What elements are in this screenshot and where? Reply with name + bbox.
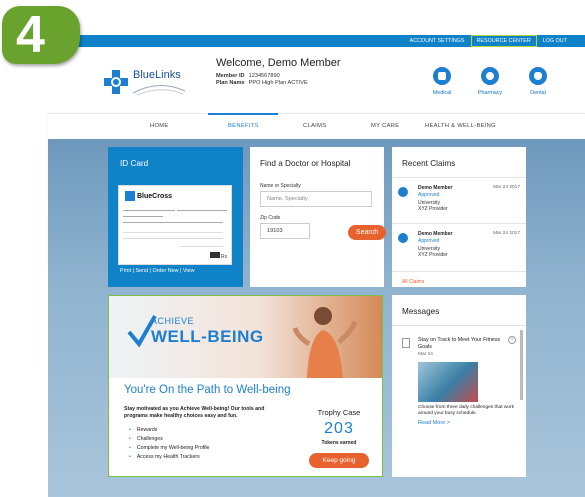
active-tab-indicator	[208, 113, 278, 115]
claim-item[interactable]: Demo Member Mar 24 2017 Approved Univers…	[398, 231, 520, 265]
claim-status: Approved	[418, 238, 440, 244]
claim-provider: University XYZ Provider	[418, 246, 448, 258]
medical-quick-link[interactable]: Medical	[424, 67, 460, 96]
claim-status: Approved	[418, 192, 440, 198]
bluecross-logo-icon	[125, 191, 135, 201]
zip-code-input[interactable]: 19103	[260, 223, 310, 239]
messages-title: Messages	[402, 307, 440, 316]
messages-scrollbar[interactable]	[520, 330, 523, 400]
resource-center-link[interactable]: RESOURCE CENTER	[470, 35, 537, 47]
nav-my-care[interactable]: MY CARE	[371, 123, 399, 129]
top-utility-bar: ACCOUNT SETTINGS RESOURCE CENTER LOG OUT	[48, 35, 585, 47]
wellbeing-panel: ACHIEVE WELL-BEING You're On the Path to…	[108, 295, 383, 477]
nav-health-well-being[interactable]: HEALTH & WELL-BEING	[425, 123, 496, 129]
message-photo	[418, 362, 478, 402]
pill-icon	[481, 67, 499, 85]
plan-name-value: PPO High Plan ACTIVE	[248, 80, 308, 86]
claim-date: Mar 24 2017	[493, 231, 520, 236]
claim-member: Demo Member	[418, 231, 453, 237]
achieve-text: ACHIEVE	[151, 316, 195, 326]
read-more-link[interactable]: Read More >	[418, 420, 450, 426]
nav-claims[interactable]: CLAIMS	[303, 123, 326, 129]
wellbeing-profile-link[interactable]: Complete my Well-being Profile	[129, 444, 210, 453]
claim-heart-icon	[398, 187, 408, 197]
name-specialty-input[interactable]: Name, Specialty	[260, 191, 372, 207]
claim-provider: University XYZ Provider	[418, 200, 448, 212]
keep-going-button[interactable]: Keep going	[309, 453, 369, 468]
tokens-count: 203	[324, 420, 354, 437]
step-number: 4	[16, 6, 45, 64]
recent-claims-panel: Recent Claims Demo Member Mar 24 2017 Ap…	[392, 147, 526, 287]
tooth-icon	[529, 67, 547, 85]
dashboard: ID Card BlueCross Rx Print | Send | Orde…	[48, 139, 585, 497]
trophy-case: Trophy Case 203 Tokens earned Keep going	[304, 408, 374, 468]
health-trackers-link[interactable]: Access my Health Trackers	[129, 453, 209, 462]
rewards-link[interactable]: Rewards	[129, 426, 209, 435]
claim-member: Demo Member	[418, 185, 453, 191]
pharmacy-label: Pharmacy	[477, 90, 503, 96]
claim-date: Mar 24 2017	[493, 185, 520, 190]
document-icon	[402, 338, 410, 348]
blue-cross-icon	[104, 70, 128, 94]
name-specialty-label: Name or Specialty	[260, 183, 301, 189]
heart-shield-icon	[433, 67, 451, 85]
id-card-title: ID Card	[120, 159, 149, 168]
find-doctor-panel: Find a Doctor or Hospital Name or Specia…	[250, 147, 386, 287]
site-header: BlueLinks Welcome, Demo Member Member ID…	[48, 47, 585, 113]
tokens-label: Tokens earned	[321, 440, 357, 446]
account-settings-link[interactable]: ACCOUNT SETTINGS	[404, 36, 471, 46]
medical-label: Medical	[432, 90, 452, 96]
message-title[interactable]: Stay on Track to Meet Your Fitness Goals	[418, 337, 503, 351]
dental-label: Dental	[530, 90, 546, 96]
id-card-panel: ID Card BlueCross Rx Print | Send | Orde…	[108, 147, 243, 287]
welcome-title: Welcome, Demo Member	[216, 57, 341, 69]
zip-code-label: Zip Code	[260, 215, 281, 221]
close-icon[interactable]: ×	[508, 336, 516, 344]
welcome-block: Welcome, Demo Member Member ID 1234567890…	[216, 57, 341, 87]
plan-name-label: Plan Name	[216, 80, 245, 86]
dental-quick-link[interactable]: Dental	[520, 67, 556, 96]
wellbeing-intro: Stay motivated as you Achieve Well-being…	[124, 406, 265, 419]
search-button[interactable]: Search	[348, 225, 386, 240]
claim-heart-icon	[398, 233, 408, 243]
page: 4 ACCOUNT SETTINGS RESOURCE CENTER LOG O…	[0, 0, 585, 497]
member-id-label: Member ID	[216, 73, 245, 79]
recent-claims-title: Recent Claims	[402, 159, 456, 168]
messages-panel: Messages × Stay on Track to Meet Your Fi…	[392, 295, 526, 477]
wellbeing-heading: You're On the Path to Well-being	[124, 384, 291, 396]
trophy-case-title: Trophy Case	[317, 408, 361, 417]
bluelinks-logo[interactable]: BlueLinks	[103, 67, 189, 99]
find-doctor-title: Find a Doctor or Hospital	[260, 159, 351, 168]
challenges-link[interactable]: Challenges	[129, 435, 209, 444]
wellbeing-text: WELL-BEING	[151, 327, 264, 346]
log-out-link[interactable]: LOG OUT	[537, 36, 573, 46]
wellbeing-bullets: Rewards Challenges Complete my Well-bein…	[129, 426, 210, 462]
wellbeing-hero-banner: ACHIEVE WELL-BEING	[109, 296, 382, 378]
main-nav: HOME BENEFITS CLAIMS MY CARE HEALTH & WE…	[48, 113, 585, 139]
logo-text: BlueLinks	[133, 69, 181, 81]
card-brand: BlueCross	[137, 193, 173, 200]
message-body: Choose from three daily challenges that …	[418, 405, 514, 416]
pharmacy-quick-link[interactable]: Pharmacy	[472, 67, 508, 96]
svg-text:Rx: Rx	[221, 254, 227, 260]
nav-home[interactable]: HOME	[150, 123, 169, 129]
quick-links: Medical Pharmacy Dental	[424, 67, 556, 96]
claim-item[interactable]: Demo Member Mar 24 2017 Approved Univers…	[398, 185, 520, 219]
rx-icon: Rx	[210, 252, 227, 260]
message-date: Mar 24	[418, 352, 433, 357]
step-badge: 4	[2, 6, 82, 66]
member-id-value: 1234567890	[248, 73, 280, 79]
id-card-actions[interactable]: Print | Send | Order New | View	[120, 268, 195, 274]
all-claims-link[interactable]: All Claims	[402, 279, 424, 285]
nav-benefits[interactable]: BENEFITS	[228, 123, 259, 129]
insurance-card-image[interactable]: BlueCross Rx	[118, 185, 232, 265]
logo-swoosh	[132, 85, 186, 96]
runner-photo	[292, 307, 358, 378]
